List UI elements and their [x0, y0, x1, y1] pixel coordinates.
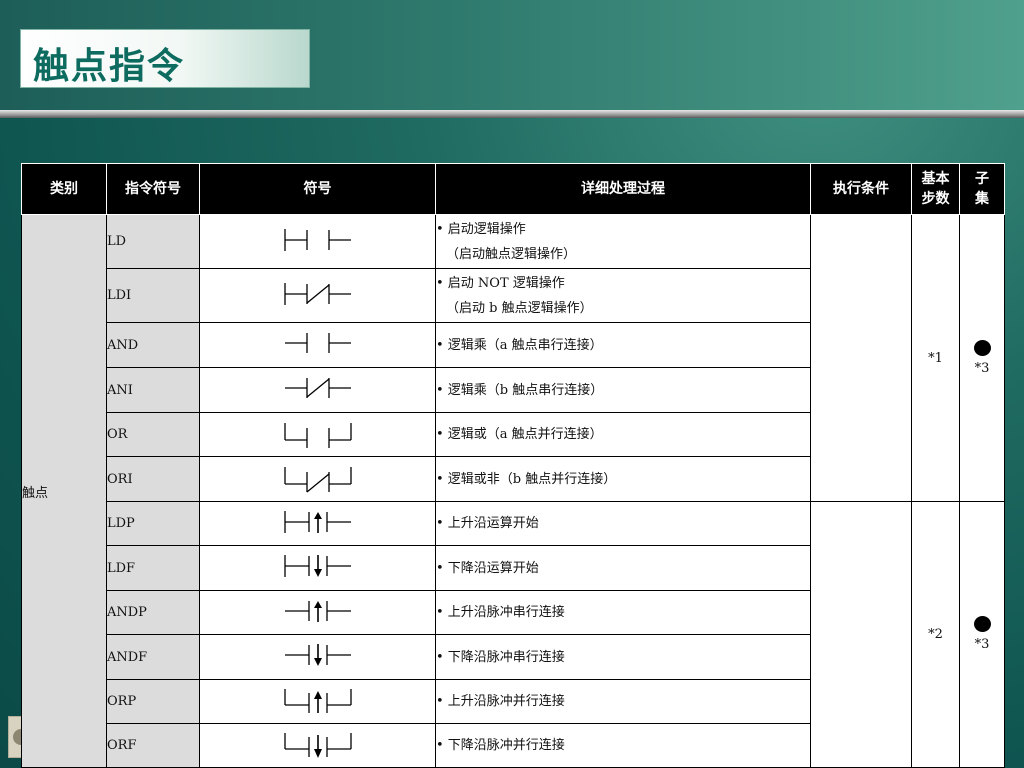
description-cell: • 启动逻辑操作 （启动触点逻辑操作）	[435, 214, 811, 269]
instruction-code: ANI	[106, 367, 200, 413]
header-desc: 详细处理过程	[435, 163, 811, 215]
description-cell: • 上升沿脉冲并行连接	[435, 679, 811, 724]
instruction-code: LDI	[106, 268, 200, 323]
instruction-code: ORI	[106, 456, 200, 502]
description-cell: • 启动 NOT 逻辑操作 （启动 b 触点逻辑操作）	[435, 268, 811, 323]
header-code: 指令符号	[106, 163, 200, 215]
ladder-symbol-icon	[199, 545, 436, 591]
ladder-symbol-icon	[199, 501, 436, 546]
table-header-row: 类别 指令符号 符号 详细处理过程 执行条件 基本 步数 子 集	[21, 163, 1005, 215]
ladder-symbol-icon	[199, 590, 436, 635]
header-symbol: 符号	[199, 163, 436, 215]
description-cell: • 下降沿脉冲并行连接	[435, 723, 811, 768]
description-line-sub: （启动触点逻辑操作）	[446, 246, 577, 262]
basic-steps-value: *1	[928, 350, 943, 366]
header-steps: 基本 步数	[911, 163, 960, 215]
instruction-code: ANDP	[106, 590, 200, 635]
description-line: • 启动逻辑操作	[436, 221, 526, 237]
instruction-code: ORP	[106, 679, 200, 724]
instruction-code: OR	[106, 412, 200, 457]
filled-circle-icon	[973, 616, 991, 632]
description-line: • 下降沿脉冲串行连接	[436, 649, 565, 665]
instruction-code: ORF	[106, 723, 200, 768]
instruction-code: LDP	[106, 501, 200, 546]
title-rule	[0, 110, 1024, 118]
header-subset: 子 集	[959, 163, 1005, 215]
description-cell: • 逻辑或非（b 触点并行连接）	[435, 456, 811, 502]
instruction-code: LD	[106, 214, 200, 269]
description-line: • 逻辑或（a 触点并行连接）	[436, 427, 603, 442]
subset-cell: *3	[959, 214, 1005, 502]
filled-circle-icon	[973, 339, 991, 356]
description-line: • 下降沿运算开始	[436, 560, 539, 576]
table-row: 触点 LD • 启动逻辑操作 （启动触点逻辑操作） *1 *3	[21, 214, 1005, 768]
ladder-symbol-icon	[199, 214, 436, 269]
description-line: • 上升沿脉冲并行连接	[436, 694, 565, 709]
instruction-code: AND	[106, 322, 200, 368]
ladder-symbol-icon	[199, 412, 436, 457]
description-cell: • 下降沿脉冲串行连接	[435, 634, 811, 680]
description-cell: • 上升沿脉冲串行连接	[435, 590, 811, 635]
description-cell: • 逻辑或（a 触点并行连接）	[435, 412, 811, 457]
page-title: 触点指令	[33, 45, 186, 87]
header-exec: 执行条件	[810, 163, 912, 215]
description-line: • 启动 NOT 逻辑操作	[436, 275, 565, 291]
ladder-symbol-icon	[199, 723, 436, 768]
category-label: 触点	[22, 485, 49, 501]
title-box: 触点指令	[20, 29, 310, 88]
basic-steps-value: *2	[928, 627, 943, 642]
description-line: • 上升沿运算开始	[436, 516, 539, 531]
description-cell: • 逻辑乘（a 触点串行连接）	[435, 322, 811, 368]
description-cell: • 逻辑乘（b 触点串行连接）	[435, 367, 811, 413]
instruction-code: LDF	[106, 545, 200, 591]
exec-condition-cell	[810, 501, 912, 768]
description-line: • 逻辑乘（b 触点串行连接）	[436, 382, 604, 398]
subset-note: *3	[974, 360, 990, 376]
subset-cell: *3	[959, 501, 1005, 768]
basic-steps-cell: *1	[911, 214, 960, 502]
description-cell: • 上升沿运算开始	[435, 501, 811, 546]
ladder-symbol-icon	[199, 322, 436, 368]
instruction-code: ANDF	[106, 634, 200, 680]
description-line-sub: （启动 b 触点逻辑操作）	[446, 300, 593, 316]
ladder-symbol-icon	[199, 679, 436, 724]
description-line: • 逻辑或非（b 触点并行连接）	[436, 471, 617, 487]
ladder-symbol-icon	[199, 367, 436, 413]
description-cell: • 下降沿运算开始	[435, 545, 811, 591]
table-row: LDP • 上升沿运算开始 *2 *3	[22, 501, 1005, 768]
ladder-symbol-icon	[199, 456, 436, 502]
instruction-table: 类别 指令符号 符号 详细处理过程 执行条件 基本 步数 子 集 触点 LD • 启…	[21, 163, 1005, 768]
ladder-symbol-icon	[199, 268, 436, 323]
description-line: • 逻辑乘（a 触点串行连接）	[436, 337, 603, 353]
description-line: • 下降沿脉冲并行连接	[436, 738, 565, 753]
exec-condition-cell	[810, 214, 912, 502]
ladder-symbol-icon	[199, 634, 436, 680]
category-cell: 触点	[21, 214, 107, 768]
description-line: • 上升沿脉冲串行连接	[436, 605, 565, 620]
subset-note: *3	[974, 637, 990, 652]
header-category: 类别	[21, 163, 107, 215]
basic-steps-cell: *2	[911, 501, 960, 768]
